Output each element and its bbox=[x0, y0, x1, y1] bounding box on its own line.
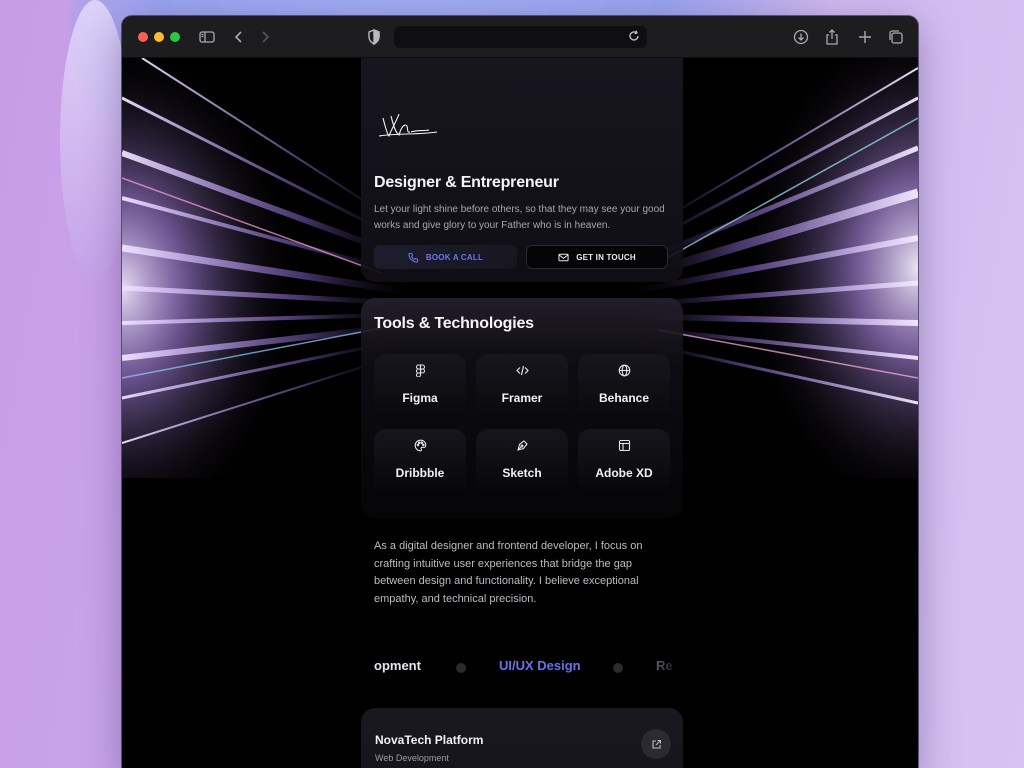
back-icon[interactable] bbox=[230, 28, 248, 46]
external-link-icon bbox=[651, 739, 661, 749]
marquee-item: opment bbox=[374, 658, 421, 673]
close-window-button[interactable] bbox=[138, 32, 148, 42]
background-highlight bbox=[60, 0, 130, 280]
tool-label: Figma bbox=[402, 391, 438, 405]
forward-icon[interactable] bbox=[256, 28, 274, 46]
layout-icon bbox=[618, 439, 631, 452]
marquee-separator bbox=[456, 663, 466, 673]
tool-figma[interactable]: Figma bbox=[374, 354, 466, 418]
zoom-window-button[interactable] bbox=[170, 32, 180, 42]
signature-logo bbox=[378, 113, 438, 137]
new-tab-icon[interactable] bbox=[856, 28, 874, 46]
get-in-touch-button[interactable]: GET IN TOUCH bbox=[526, 245, 668, 269]
minimize-window-button[interactable] bbox=[154, 32, 164, 42]
book-a-call-label: BOOK A CALL bbox=[425, 252, 484, 262]
open-project-button[interactable] bbox=[641, 729, 671, 759]
address-bar[interactable] bbox=[394, 26, 647, 48]
phone-icon bbox=[408, 252, 419, 263]
tool-dribbble[interactable]: Dribbble bbox=[374, 429, 466, 493]
tools-card: Tools & Technologies Figma Framer Behanc… bbox=[361, 298, 683, 518]
tool-label: Framer bbox=[501, 391, 543, 405]
tab-overview-icon[interactable] bbox=[887, 28, 905, 46]
tool-behance[interactable]: Behance bbox=[578, 354, 670, 418]
project-title: NovaTech Platform bbox=[375, 733, 484, 747]
share-icon[interactable] bbox=[823, 28, 841, 46]
about-text: As a digital designer and frontend devel… bbox=[374, 540, 643, 605]
project-category: Web Development bbox=[375, 753, 449, 763]
hero-card: Designer & Entrepreneur Let your light s… bbox=[361, 58, 683, 282]
download-icon[interactable] bbox=[792, 28, 810, 46]
marquee-fade-right bbox=[643, 654, 683, 680]
project-card[interactable]: NovaTech Platform Web Development bbox=[361, 708, 683, 768]
marquee-separator bbox=[613, 663, 623, 673]
browser-window: Designer & Entrepreneur Let your light s… bbox=[122, 16, 918, 768]
privacy-shield-icon[interactable] bbox=[366, 28, 382, 46]
tool-label: Sketch bbox=[502, 466, 542, 480]
hero-description: Let your light shine before others, so t… bbox=[374, 204, 665, 231]
tool-adobe-xd[interactable]: Adobe XD bbox=[578, 429, 670, 493]
hero-title: Designer & Entrepreneur bbox=[374, 174, 559, 191]
browser-toolbar bbox=[122, 16, 918, 58]
reload-icon[interactable] bbox=[627, 29, 641, 43]
sidebar-toggle-icon[interactable] bbox=[198, 28, 216, 46]
tool-label: Behance bbox=[598, 391, 650, 405]
skills-marquee: opment UI/UX Design Re bbox=[361, 654, 683, 680]
figma-icon bbox=[414, 364, 427, 377]
tools-title: Tools & Technologies bbox=[374, 315, 534, 332]
page-viewport: Designer & Entrepreneur Let your light s… bbox=[122, 58, 918, 768]
tool-label: Adobe XD bbox=[595, 466, 653, 480]
pen-tool-icon bbox=[516, 439, 529, 452]
get-in-touch-label: GET IN TOUCH bbox=[576, 252, 636, 262]
mail-icon bbox=[558, 253, 569, 261]
palette-icon bbox=[414, 439, 427, 452]
book-a-call-button[interactable]: BOOK A CALL bbox=[374, 245, 517, 269]
globe-icon bbox=[618, 364, 631, 377]
tool-framer[interactable]: Framer bbox=[476, 354, 568, 418]
code-icon bbox=[516, 364, 529, 377]
tool-sketch[interactable]: Sketch bbox=[476, 429, 568, 493]
marquee-item-active: UI/UX Design bbox=[499, 658, 581, 673]
tool-label: Dribbble bbox=[395, 466, 445, 480]
